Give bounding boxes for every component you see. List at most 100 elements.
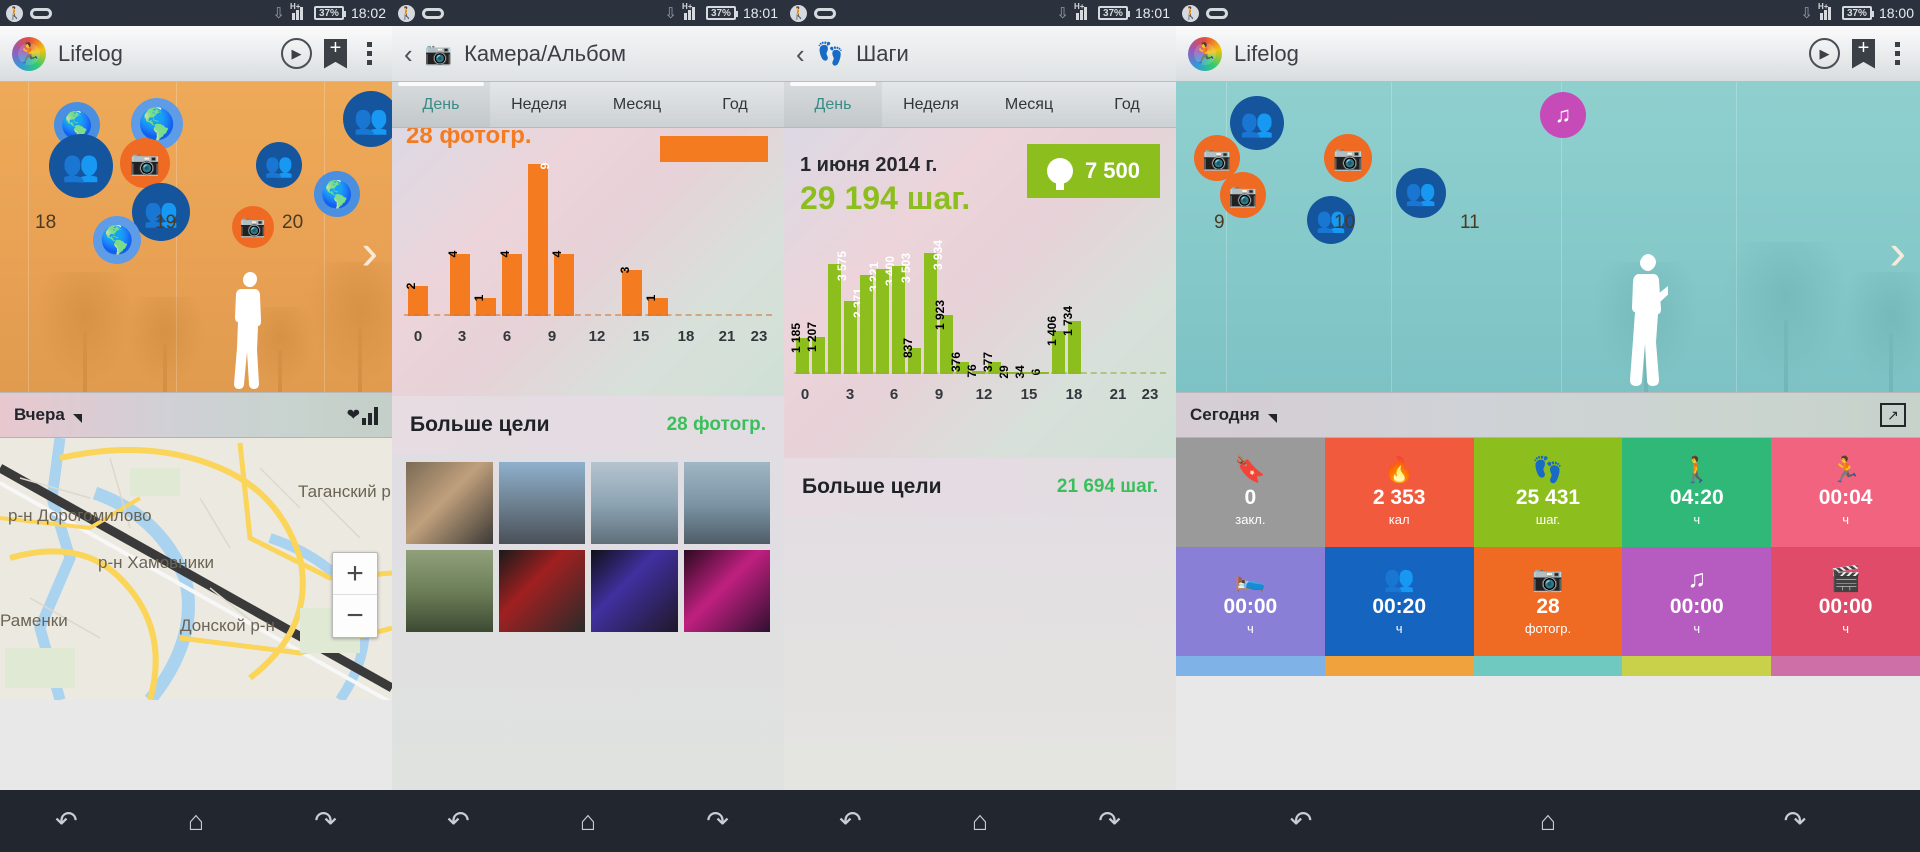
timeline-bubble-people[interactable]: 👥 — [49, 134, 113, 198]
tile-photos[interactable]: 📷 28 фотогр. — [1473, 547, 1623, 656]
tab-month[interactable]: Месяц — [588, 82, 686, 127]
tile-running[interactable]: 🏃 00:04 ч — [1771, 438, 1920, 547]
recent-apps-icon[interactable]: ↷ — [314, 807, 337, 835]
recent-apps-icon[interactable]: ↷ — [706, 807, 729, 835]
map-view[interactable]: р-н Дорогомилово Таганский р р-н Хамовни… — [0, 438, 392, 700]
phone-panel-1: 🚶 ⇩ H+ 37% 18:02 🏃 Lifelog ▶ + 🌎 🌎 📷 👥 👥… — [0, 0, 392, 852]
photo-grid[interactable] — [392, 462, 784, 632]
back-button[interactable]: ‹ — [404, 41, 413, 67]
band-icon — [814, 7, 836, 19]
tile-steps[interactable]: 👣 25 431 шаг. — [1473, 438, 1623, 547]
timeline-day-label: 19 — [155, 212, 177, 233]
timeline-bubble-camera[interactable]: 📷 — [1324, 134, 1372, 182]
day-selector-bar-1[interactable]: Вчера ❤ — [0, 392, 392, 438]
timeline-bubble-people[interactable]: 👥 — [256, 142, 302, 188]
recent-apps-icon[interactable]: ↷ — [1098, 807, 1121, 835]
timeline-bubble-camera[interactable]: 📷 — [232, 206, 274, 248]
nav-bar-2[interactable]: ↶ ⌂ ↷ — [392, 790, 784, 852]
photo-thumbnail[interactable] — [498, 462, 585, 544]
tile-video[interactable]: 🎬 00:00 ч — [1771, 547, 1920, 656]
bar-value-label: 1 734 — [1060, 305, 1075, 337]
timeline-bubble-camera[interactable]: 📷 — [1220, 172, 1266, 218]
home-icon[interactable]: ⌂ — [1540, 807, 1556, 835]
bed-icon: 🛌 — [1234, 564, 1266, 593]
tab-day[interactable]: День — [784, 82, 882, 127]
back-button[interactable]: ‹ — [796, 41, 805, 67]
photo-thumbnail[interactable] — [498, 550, 585, 632]
add-bookmark-button[interactable]: + — [324, 38, 347, 69]
back-icon[interactable]: ↶ — [1290, 807, 1313, 835]
back-icon[interactable]: ↶ — [839, 807, 862, 835]
photo-thumbnail[interactable] — [683, 462, 770, 544]
recent-apps-icon[interactable]: ↷ — [1784, 807, 1807, 835]
tile-row3-4[interactable] — [1622, 656, 1772, 676]
timeline-bubble-people[interactable]: 👥 — [1230, 96, 1284, 150]
tab-year[interactable]: Год — [1078, 82, 1176, 127]
timeline-next-button[interactable]: › — [361, 227, 378, 277]
photo-thumbnail[interactable] — [406, 462, 493, 544]
tile-row3-3[interactable] — [1473, 656, 1623, 676]
timeline-bubble-music[interactable]: ♫ — [1540, 92, 1586, 138]
tile-sleep[interactable]: 🛌 00:00 ч — [1176, 547, 1325, 656]
heart-chart-icon[interactable]: ❤ — [347, 405, 378, 425]
tab-week[interactable]: Неделя — [882, 82, 980, 127]
home-icon[interactable]: ⌂ — [580, 807, 596, 835]
photo-thumbnail[interactable] — [591, 462, 678, 544]
tab-week[interactable]: Неделя — [490, 82, 588, 127]
bar-value-label: 2 — [404, 282, 418, 290]
photo-thumbnail[interactable] — [591, 550, 678, 632]
band-icon — [422, 7, 444, 19]
home-icon[interactable]: ⌂ — [188, 807, 204, 835]
map-label: р-н Хамовники — [98, 553, 215, 572]
nav-bar-1[interactable]: ↶ ⌂ ↷ — [0, 790, 392, 852]
goal-label: Больше цели — [410, 413, 550, 436]
tile-calories[interactable]: 🔥 2 353 кал — [1324, 438, 1474, 547]
overflow-menu-button[interactable] — [359, 42, 380, 65]
x-tick-label: 21 — [718, 328, 736, 345]
play-button[interactable]: ▶ — [1809, 38, 1840, 69]
add-bookmark-button[interactable]: + — [1852, 38, 1875, 69]
walker-silhouette — [1628, 252, 1672, 392]
timeline-bubble-people[interactable]: 👥 — [343, 91, 392, 147]
timeline-bubble-camera[interactable]: 📷 — [120, 138, 170, 188]
photo-thumbnail[interactable] — [683, 550, 770, 632]
zoom-in-button[interactable]: + — [333, 553, 377, 595]
timeline-bubble-location[interactable]: 🌎 — [314, 171, 360, 217]
tile-music[interactable]: ♫ 00:00 ч — [1622, 547, 1772, 656]
tab-month[interactable]: Месяц — [980, 82, 1078, 127]
period-tabs-2[interactable]: День Неделя Месяц Год — [392, 82, 784, 128]
timeline-next-button[interactable]: › — [1889, 227, 1906, 277]
home-icon[interactable]: ⌂ — [972, 807, 988, 835]
timeline-4[interactable]: 👥 📷 📷 📷 👥 👥 ♫ 9 10 11 › — [1176, 82, 1920, 392]
timeline-bubble-people[interactable]: 👥 — [1396, 168, 1446, 218]
tile-communication[interactable]: 👥 00:20 ч — [1324, 547, 1474, 656]
back-icon[interactable]: ↶ — [55, 807, 78, 835]
zoom-out-button[interactable]: − — [333, 595, 377, 637]
play-button[interactable]: ▶ — [281, 38, 312, 69]
timeline-1[interactable]: 🌎 🌎 📷 👥 👥 🌎 👥 🌎 👥 📷 18 19 20 › — [0, 82, 392, 392]
share-box-icon[interactable]: ↗ — [1880, 403, 1906, 427]
photo-thumbnail[interactable] — [406, 550, 493, 632]
overflow-menu-button[interactable] — [1887, 42, 1908, 65]
tile-row3-2[interactable] — [1324, 656, 1474, 676]
tile-walking[interactable]: 🚶 04:20 ч — [1622, 438, 1772, 547]
timeline-bubble-location[interactable]: 🌎 — [93, 216, 141, 264]
tile-row3-5[interactable] — [1771, 656, 1920, 676]
back-icon[interactable]: ↶ — [447, 807, 470, 835]
period-tabs-3[interactable]: День Неделя Месяц Год — [784, 82, 1176, 128]
bar-value-label: 4 — [446, 250, 460, 258]
bar-value-label: 3 934 — [930, 239, 945, 271]
nav-bar-4[interactable]: ↶ ⌂ ↷ — [1176, 790, 1920, 852]
tab-year[interactable]: Год — [686, 82, 784, 127]
nav-bar-3[interactable]: ↶ ⌂ ↷ — [784, 790, 1176, 852]
x-tick-label: 6 — [502, 328, 512, 345]
tab-day[interactable]: День — [392, 82, 490, 127]
status-bar-2: 🚶 ⇩ H+ 37% 18:01 — [392, 0, 784, 26]
map-zoom-controls[interactable]: + − — [332, 552, 378, 638]
bar-value-label: 76 — [964, 364, 979, 378]
day-selector-bar-4[interactable]: Сегодня ↗ — [1176, 392, 1920, 438]
x-tick-label: 15 — [1020, 386, 1038, 403]
people-icon: 👥 — [1383, 564, 1415, 593]
tile-row3-1[interactable] — [1176, 656, 1325, 676]
tile-bookmarks[interactable]: 🔖 0 закл. — [1176, 438, 1325, 547]
